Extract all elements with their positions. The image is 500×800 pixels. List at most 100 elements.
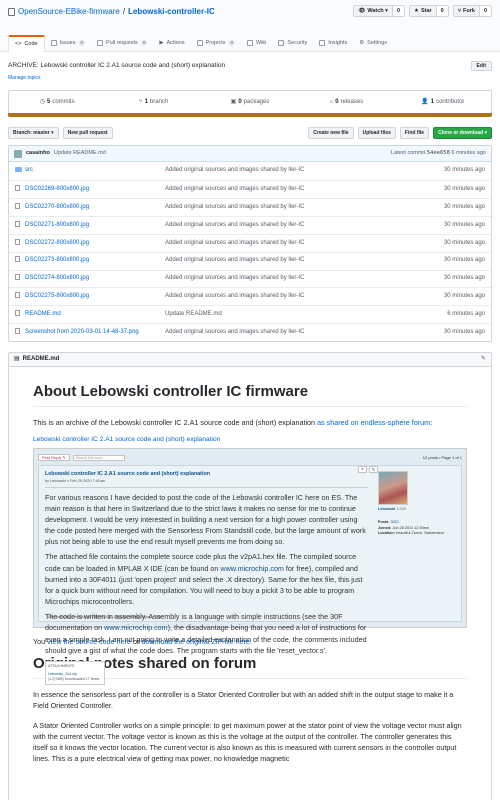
upload-files-button[interactable]: Upload files: [357, 127, 396, 140]
page-counter: 12 posts • Page 1 of 1: [422, 455, 462, 461]
forum-embed: Lebowski controller IC 2.A1 source code …: [33, 436, 467, 686]
post-buttons: ❝ ✎: [358, 466, 378, 474]
pencil-icon[interactable]: ✎: [481, 356, 486, 364]
repo-title-separator: /: [122, 7, 126, 16]
file-commit-message[interactable]: Added original sources and images shared…: [165, 240, 444, 248]
file-commit-message[interactable]: Added original sources and images shared…: [165, 167, 444, 175]
graph-icon: [319, 40, 326, 46]
file-row[interactable]: DSC02275-800x800.jpg Added original sourc…: [9, 287, 491, 305]
file-commit-message[interactable]: Added original sources and images shared…: [165, 293, 444, 301]
commit-sha[interactable]: 54ee658: [427, 150, 450, 156]
tab-label: Security: [287, 39, 308, 46]
repo-name-link[interactable]: Lebowski-controller-IC: [128, 7, 215, 17]
pull-request-icon: [97, 40, 104, 46]
commits-link[interactable]: ◷ 5 commits: [9, 99, 105, 107]
tab-wiki[interactable]: Wiki: [241, 35, 272, 51]
fork-count[interactable]: 0: [479, 6, 491, 16]
branches-link[interactable]: ⑂ 1 branch: [105, 99, 201, 107]
tab-security[interactable]: Security: [272, 35, 313, 51]
readme-filename: README.md: [22, 355, 60, 362]
file-row[interactable]: DSC02274-800x800.jpg Added original sourc…: [9, 269, 491, 288]
file-row[interactable]: DSC02269-800x800.jpg Added original sourc…: [9, 180, 491, 198]
forum-link[interactable]: as shared on endless-sphere forum: [317, 418, 430, 427]
file-row[interactable]: DSC02273-800x800.jpg Added original sourc…: [9, 251, 491, 270]
star-button[interactable]: ★ Star 0: [409, 5, 449, 17]
contributors-link[interactable]: 👤 1 contributor: [395, 99, 491, 107]
watch-label: Watch ▾: [367, 7, 388, 14]
file-icon: [15, 184, 25, 195]
star-label: Star: [420, 7, 432, 14]
file-row[interactable]: README.md Update README.md 6 minutes ago: [9, 305, 491, 323]
file-name-link[interactable]: DSC02272-800x800.jpg: [25, 240, 165, 248]
watch-count[interactable]: 0: [392, 6, 404, 16]
tab-pull-requests[interactable]: Pull requests 0: [91, 35, 153, 51]
file-commit-message[interactable]: Added original sources and images shared…: [165, 186, 444, 194]
posts-label: Posts:: [377, 520, 390, 525]
tab-insights[interactable]: Insights: [313, 35, 353, 51]
clone-download-button[interactable]: Clone or download ▾: [433, 127, 492, 140]
file-age: 30 minutes ago: [443, 185, 485, 192]
language-bar[interactable]: [8, 113, 492, 118]
fork-button[interactable]: ⑂ Fork 0: [452, 5, 492, 17]
post-paragraph: The attached file contains the complete …: [45, 551, 368, 607]
tab-actions[interactable]: ▶ Actions: [153, 35, 190, 51]
file-name-link[interactable]: DSC02269-800x800.jpg: [25, 186, 165, 194]
tab-code[interactable]: <> Code: [8, 35, 45, 52]
profile-info: Posts: 3321 Joined: Jun 28 2011 12:39am …: [378, 520, 455, 537]
tab-projects[interactable]: Projects 0: [191, 35, 241, 51]
tab-issues[interactable]: Issues 0: [45, 35, 91, 51]
packages-link[interactable]: ▣ 0 packages: [202, 99, 298, 107]
file-name-link[interactable]: DSC02275-800x800.jpg: [25, 293, 165, 301]
releases-link[interactable]: ⌂ 0 releases: [298, 99, 394, 107]
location-label: Location:: [377, 531, 395, 536]
forum-thread-link[interactable]: Lebowski controller IC 2.A1 source code …: [33, 436, 220, 443]
file-name-link[interactable]: DSC02273-800x800.jpg: [25, 257, 165, 265]
file-commit-message[interactable]: Added original sources and images shared…: [165, 222, 444, 230]
latest-commit-label: Latest commit 54ee658 6 minutes ago: [391, 150, 486, 157]
file-name-link[interactable]: DSC02271-800x800.jpg: [25, 222, 165, 230]
commit-message[interactable]: Update README.md: [54, 150, 106, 157]
readme-header: ▤ README.md ✎: [9, 353, 491, 368]
file-name-link[interactable]: Screenshot from 2020-03-01 14-48-37.png: [25, 329, 165, 337]
find-file-button[interactable]: Find file: [399, 127, 430, 140]
profile-avatar: [377, 471, 408, 506]
branch-select[interactable]: Branch: master ▾: [8, 127, 59, 140]
forum-screenshot[interactable]: Post Reply ✎ Search this topic... 12 pos…: [33, 448, 467, 686]
repo-owner-link[interactable]: OpenSource-EBike-firmware: [18, 7, 120, 17]
file-name-link[interactable]: DSC02274-800x800.jpg: [25, 275, 165, 283]
file-commit-message[interactable]: Added original sources and images shared…: [165, 204, 444, 212]
file-name-link[interactable]: README.md: [25, 311, 165, 319]
file-row[interactable]: DSC02271-800x800.jpg Added original sourc…: [9, 215, 491, 234]
file-name-link[interactable]: src: [25, 167, 165, 175]
shield-icon: [278, 40, 285, 46]
new-pull-request-button[interactable]: New pull request: [62, 127, 113, 140]
file-commit-message[interactable]: Update README.md: [165, 311, 447, 319]
create-file-button[interactable]: Create new file: [308, 127, 354, 140]
star-icon: ★: [414, 7, 419, 14]
manage-topics-link[interactable]: Manage topics: [8, 75, 492, 81]
location-value: beautiful Zurich, Switzerland: [396, 531, 444, 536]
edit-description-button[interactable]: Edit: [470, 61, 492, 72]
file-commit-message[interactable]: Added original sources and images shared…: [165, 329, 444, 337]
file-name-link[interactable]: DSC02270-800x800.jpg: [25, 204, 165, 212]
repo-numbers-summary: ◷ 5 commits ⑂ 1 branch ▣ 0 packages ⌂ 0 releases…: [8, 90, 492, 118]
repo-title: OpenSource-EBike-firmware / Lebowski-con…: [8, 7, 215, 17]
repo-actions: 👁 Watch ▾ 0 ★ Star 0 ⑂ Fork 0: [353, 5, 492, 17]
avatar[interactable]: [14, 149, 22, 158]
posts-value: 3321: [390, 520, 400, 525]
file-commit-message[interactable]: Added original sources and images shared…: [165, 257, 444, 265]
tab-label: Settings: [367, 39, 388, 46]
commit-author[interactable]: casainho: [26, 150, 50, 157]
file-row[interactable]: src Added original sources and images sha…: [9, 162, 491, 180]
file-commit-message[interactable]: Added original sources and images shared…: [165, 275, 444, 283]
file-row[interactable]: DSC02272-800x800.jpg Added original sourc…: [9, 233, 491, 252]
project-icon: [196, 40, 203, 46]
file-age: 6 minutes ago: [447, 311, 485, 318]
tab-settings[interactable]: ⚙ Settings: [353, 35, 393, 51]
watch-button[interactable]: 👁 Watch ▾ 0: [353, 5, 405, 17]
file-row[interactable]: DSC02270-800x800.jpg Added original sourc…: [9, 198, 491, 216]
branch-label: branch: [149, 98, 169, 105]
file-row[interactable]: Screenshot from 2020-03-01 14-48-37.png A…: [9, 323, 491, 341]
tab-count: 0: [140, 40, 148, 46]
star-count[interactable]: 0: [436, 6, 448, 16]
